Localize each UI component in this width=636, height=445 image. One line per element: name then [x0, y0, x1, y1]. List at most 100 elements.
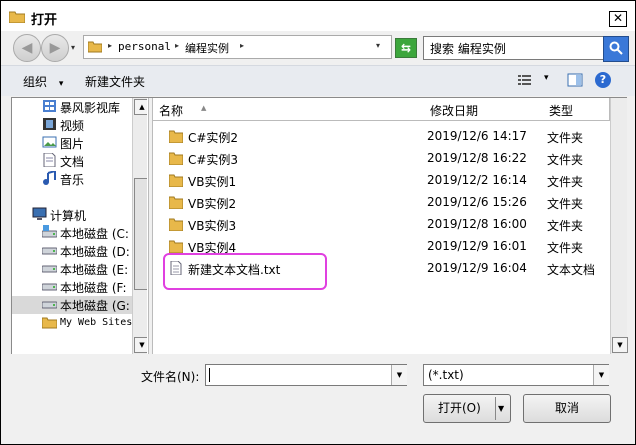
drive-icon	[42, 265, 57, 273]
file-list: 名称 ▲ 修改日期 类型 C#实例2 2019/12/6 14:17 文件夹 C#…	[153, 98, 628, 354]
search-button[interactable]	[603, 36, 629, 62]
open-label: 打开(O)	[438, 401, 481, 415]
breadcrumb-current[interactable]: 编程实例	[185, 40, 229, 56]
file-name: VB实例1	[188, 175, 237, 189]
scroll-up-button[interactable]: ▲	[134, 99, 147, 115]
computer-icon	[32, 207, 47, 220]
file-type: 文件夹	[547, 131, 584, 145]
sidebar-item-drive-e[interactable]: 本地磁盘 (E:	[12, 260, 132, 278]
sidebar-item-documents[interactable]: 文档	[12, 152, 132, 170]
file-date: 2019/12/9 16:01	[427, 239, 527, 253]
sidebar-item-drive-f[interactable]: 本地磁盘 (F:	[12, 278, 132, 296]
text-caret	[209, 368, 210, 382]
scroll-down-button[interactable]: ▼	[134, 337, 147, 353]
drive-icon	[42, 283, 57, 291]
sidebar-item-label: 暴风影视库	[60, 101, 121, 115]
file-type: 文件夹	[547, 197, 584, 211]
organize-button[interactable]: 组织 ▾	[23, 73, 63, 90]
sidebar-item-drive-d[interactable]: 本地磁盘 (D:	[12, 242, 132, 260]
open-dialog: 打开 ✕ ◀ ▶ ▾ ▸ personal ▸ 编程实例 ▸ ▾ ⇆ 搜索 编程…	[0, 0, 636, 445]
help-icon: ?	[599, 73, 607, 86]
column-header-name[interactable]: 名称 ▲	[153, 98, 425, 121]
file-name: VB实例2	[188, 197, 237, 211]
file-row[interactable]: VB实例1 2019/12/2 16:14 文件夹	[153, 169, 609, 191]
scroll-down-button[interactable]: ▼	[612, 337, 628, 353]
drive-icon	[42, 247, 57, 255]
new-folder-button[interactable]: 新建文件夹	[85, 73, 145, 90]
video-icon	[43, 118, 56, 130]
breadcrumb-personal[interactable]: personal	[118, 40, 171, 53]
folder-icon	[9, 11, 25, 23]
navigation-scrollbar[interactable]: ▲ ▼	[132, 98, 147, 354]
title-bar[interactable]: 打开 ✕	[1, 1, 635, 31]
file-name: C#实例2	[188, 131, 239, 145]
file-row[interactable]: VB实例3 2019/12/8 16:00 文件夹	[153, 213, 609, 235]
navigation-bar: ◀ ▶ ▾ ▸ personal ▸ 编程实例 ▸ ▾ ⇆ 搜索 编程实例	[1, 31, 635, 64]
cancel-button[interactable]: 取消	[523, 394, 611, 423]
refresh-button[interactable]: ⇆	[395, 38, 417, 58]
file-row[interactable]: C#实例3 2019/12/8 16:22 文件夹	[153, 147, 609, 169]
help-button[interactable]: ?	[595, 72, 611, 88]
file-type-filter[interactable]: (*.txt) ▼	[423, 364, 609, 386]
column-label: 名称	[159, 104, 184, 118]
sidebar-item-video[interactable]: 视频	[12, 116, 132, 134]
search-icon	[609, 41, 623, 55]
chevron-down-icon: ▾	[58, 79, 64, 89]
close-icon: ✕	[612, 11, 624, 25]
search-placeholder: 搜索 编程实例	[430, 42, 506, 56]
filter-value: (*.txt)	[428, 368, 464, 382]
view-list-icon[interactable]	[517, 72, 533, 88]
file-list-scrollbar[interactable]: ▼	[610, 98, 628, 354]
sidebar-item-music[interactable]: 音乐	[12, 170, 132, 188]
address-dropdown-icon[interactable]: ▾	[376, 41, 380, 50]
sidebar-item-library[interactable]: 暴风影视库	[12, 98, 132, 116]
sidebar-item-drive-c[interactable]: 本地磁盘 (C:	[12, 224, 132, 242]
sidebar-item-pictures[interactable]: 图片	[12, 134, 132, 152]
sidebar-item-label: 本地磁盘 (C:	[60, 227, 129, 241]
open-options-icon[interactable]: ▼	[498, 395, 504, 422]
file-type: 文件夹	[547, 241, 584, 255]
breadcrumb-separator-icon[interactable]: ▸	[175, 41, 179, 50]
sidebar-item-my-web-sites[interactable]: My Web Sites	[12, 314, 132, 332]
filename-dropdown-icon[interactable]: ▼	[391, 365, 407, 385]
file-date: 2019/12/6 15:26	[427, 195, 527, 209]
folder-icon	[169, 218, 183, 231]
sidebar-item-label: 音乐	[60, 173, 85, 187]
address-bar[interactable]: ▸ personal ▸ 编程实例 ▸ ▾	[83, 35, 392, 59]
file-date: 2019/12/8 16:22	[427, 151, 527, 165]
back-button[interactable]: ◀	[13, 34, 41, 62]
sidebar-item-label: 本地磁盘 (E:	[60, 263, 129, 277]
column-header-date[interactable]: 修改日期	[424, 98, 544, 121]
sidebar-item-computer[interactable]: 计算机	[12, 206, 132, 224]
dialog-title: 打开	[31, 13, 58, 28]
view-dropdown-icon[interactable]: ▾	[544, 73, 549, 83]
close-button[interactable]: ✕	[609, 11, 627, 27]
scroll-thumb[interactable]	[134, 178, 147, 290]
filename-combobox[interactable]: ▼	[205, 364, 407, 386]
folder-icon	[169, 240, 183, 253]
sidebar-item-drive-g[interactable]: 本地磁盘 (G:	[12, 296, 132, 314]
file-name: C#实例3	[188, 153, 239, 167]
file-date: 2019/12/9 16:04	[427, 261, 527, 275]
breadcrumb-separator-icon[interactable]: ▸	[240, 41, 244, 50]
column-header-type[interactable]: 类型	[543, 98, 610, 121]
preview-pane-icon[interactable]	[567, 72, 583, 88]
open-button[interactable]: 打开(O) ▼	[423, 394, 511, 423]
breadcrumb-separator-icon[interactable]: ▸	[108, 41, 112, 50]
file-row[interactable]: C#实例2 2019/12/6 14:17 文件夹	[153, 125, 609, 147]
recent-locations-dropdown[interactable]: ▾	[71, 43, 75, 52]
folder-icon	[169, 130, 183, 143]
refresh-icon: ⇆	[400, 41, 412, 55]
filter-dropdown-icon[interactable]: ▼	[593, 365, 609, 385]
annotation-highlight	[163, 253, 327, 290]
content-area: 暴风影视库 视频 图片 文档 音乐 计算机 本地磁盘 (C: 本地磁盘 (D: …	[11, 97, 628, 355]
file-row[interactable]: VB实例2 2019/12/6 15:26 文件夹	[153, 191, 609, 213]
folder-icon	[88, 41, 102, 53]
filename-label: 文件名(N):	[141, 370, 200, 384]
picture-icon	[42, 136, 57, 148]
search-input[interactable]: 搜索 编程实例	[423, 36, 624, 60]
forward-arrow-icon: ▶	[49, 40, 61, 56]
sidebar-item-label: 本地磁盘 (D:	[60, 245, 130, 259]
forward-button[interactable]: ▶	[41, 34, 69, 62]
sort-ascending-icon: ▲	[201, 104, 207, 112]
